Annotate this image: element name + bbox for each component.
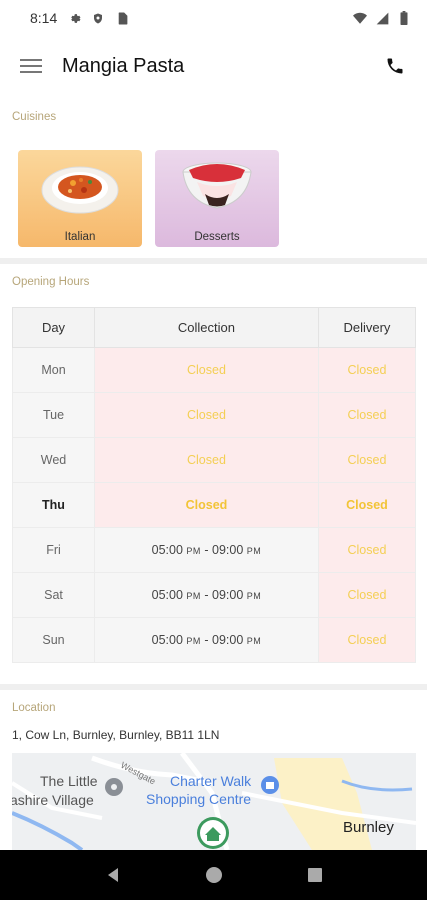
end-ampm: PM [246, 636, 262, 646]
table-row: Tue Closed Closed [12, 392, 417, 438]
home-button[interactable] [201, 862, 227, 888]
day-cell: Mon [12, 347, 95, 393]
address-text: 1, Cow Ln, Burnley, Burnley, BB11 1LN [12, 728, 220, 742]
recents-icon [307, 868, 322, 882]
day-cell: Tue [12, 392, 95, 438]
shield-icon [91, 11, 105, 25]
map-label-charter-2: Shopping Centre [146, 791, 251, 807]
system-nav-bar [0, 850, 427, 900]
opening-hours-label: Opening Hours [12, 276, 90, 288]
start-time: 05:00 [151, 633, 183, 647]
collection-cell: Closed [94, 392, 319, 438]
sim-card-icon [115, 11, 129, 25]
cuisine-label-italian: Italian [64, 231, 96, 243]
table-row: Sun 05:00 PM - 09:00 PM Closed [12, 617, 417, 663]
delivery-cell: Closed [317, 347, 417, 393]
delivery-cell: Closed [317, 482, 417, 528]
dessert-bowl-image [182, 162, 252, 209]
signal-icon [375, 11, 389, 25]
battery-icon [397, 11, 411, 25]
end-ampm: PM [246, 591, 262, 601]
collection-cell: 05:00 PM - 09:00 PM [94, 527, 319, 573]
back-icon [107, 868, 118, 882]
collection-cell: 05:00 PM - 09:00 PM [94, 617, 319, 663]
table-row: Fri 05:00 PM - 09:00 PM Closed [12, 527, 417, 573]
day-cell: Thu [12, 482, 95, 528]
delivery-cell: Closed [317, 617, 417, 663]
collection-cell: Closed [94, 482, 319, 528]
status-bar: 8:14 [0, 0, 427, 36]
location-label: Location [12, 702, 56, 714]
menu-icon[interactable] [20, 58, 42, 74]
phone-icon[interactable] [383, 54, 407, 78]
app-bar: Mangia Pasta [0, 36, 427, 96]
end-ampm: PM [246, 546, 262, 556]
status-time: 8:14 [30, 10, 58, 26]
end-time: 09:00 [212, 543, 244, 557]
pasta-dish-image [41, 166, 119, 214]
table-row: Wed Closed Closed [12, 437, 417, 483]
section-divider [0, 258, 427, 264]
day-cell: Sat [12, 572, 95, 618]
back-button[interactable] [100, 862, 126, 888]
start-ampm: PM [186, 636, 201, 646]
table-row: Sat 05:00 PM - 09:00 PM Closed [12, 572, 417, 618]
section-divider [0, 684, 427, 690]
table-row-today: Thu Closed Closed [12, 482, 417, 528]
location-map[interactable]: The Little ashire Village Charter Walk S… [12, 753, 416, 850]
end-time: 09:00 [212, 588, 244, 602]
header-collection: Collection [94, 307, 319, 348]
map-label-burnley: Burnley [343, 819, 394, 836]
delivery-cell: Closed [317, 392, 417, 438]
collection-cell: 05:00 PM - 09:00 PM [94, 572, 319, 618]
collection-cell: Closed [94, 347, 319, 393]
cuisine-card-italian[interactable]: Italian [18, 150, 142, 247]
table-row: Mon Closed Closed [12, 347, 417, 393]
end-time: 09:00 [212, 633, 244, 647]
start-ampm: PM [186, 591, 201, 601]
cuisine-card-desserts[interactable]: Desserts [155, 150, 279, 247]
map-label-little-2: ashire Village [12, 792, 94, 808]
map-canvas: The Little ashire Village Charter Walk S… [12, 753, 416, 850]
map-label-charter-1: Charter Walk [170, 773, 252, 789]
start-ampm: PM [186, 546, 201, 556]
day-cell: Sun [12, 617, 95, 663]
delivery-cell: Closed [317, 572, 417, 618]
day-cell: Fri [12, 527, 95, 573]
settings-icon [67, 11, 81, 25]
collection-cell: Closed [94, 437, 319, 483]
start-time: 05:00 [151, 588, 183, 602]
cuisines-label: Cuisines [12, 111, 57, 123]
home-circle-icon [205, 867, 222, 883]
delivery-cell: Closed [317, 437, 417, 483]
recents-button[interactable] [302, 862, 328, 888]
opening-hours-table: Day Collection Delivery Mon Closed Close… [12, 307, 417, 663]
cuisine-label-desserts: Desserts [194, 231, 240, 243]
header-day: Day [12, 307, 95, 348]
start-time: 05:00 [151, 543, 183, 557]
header-delivery: Delivery [317, 307, 417, 348]
delivery-cell: Closed [317, 527, 417, 573]
app-title: Mangia Pasta [62, 54, 185, 77]
day-cell: Wed [12, 437, 95, 483]
map-label-little-1: The Little [40, 773, 98, 789]
wifi-icon [353, 11, 367, 25]
